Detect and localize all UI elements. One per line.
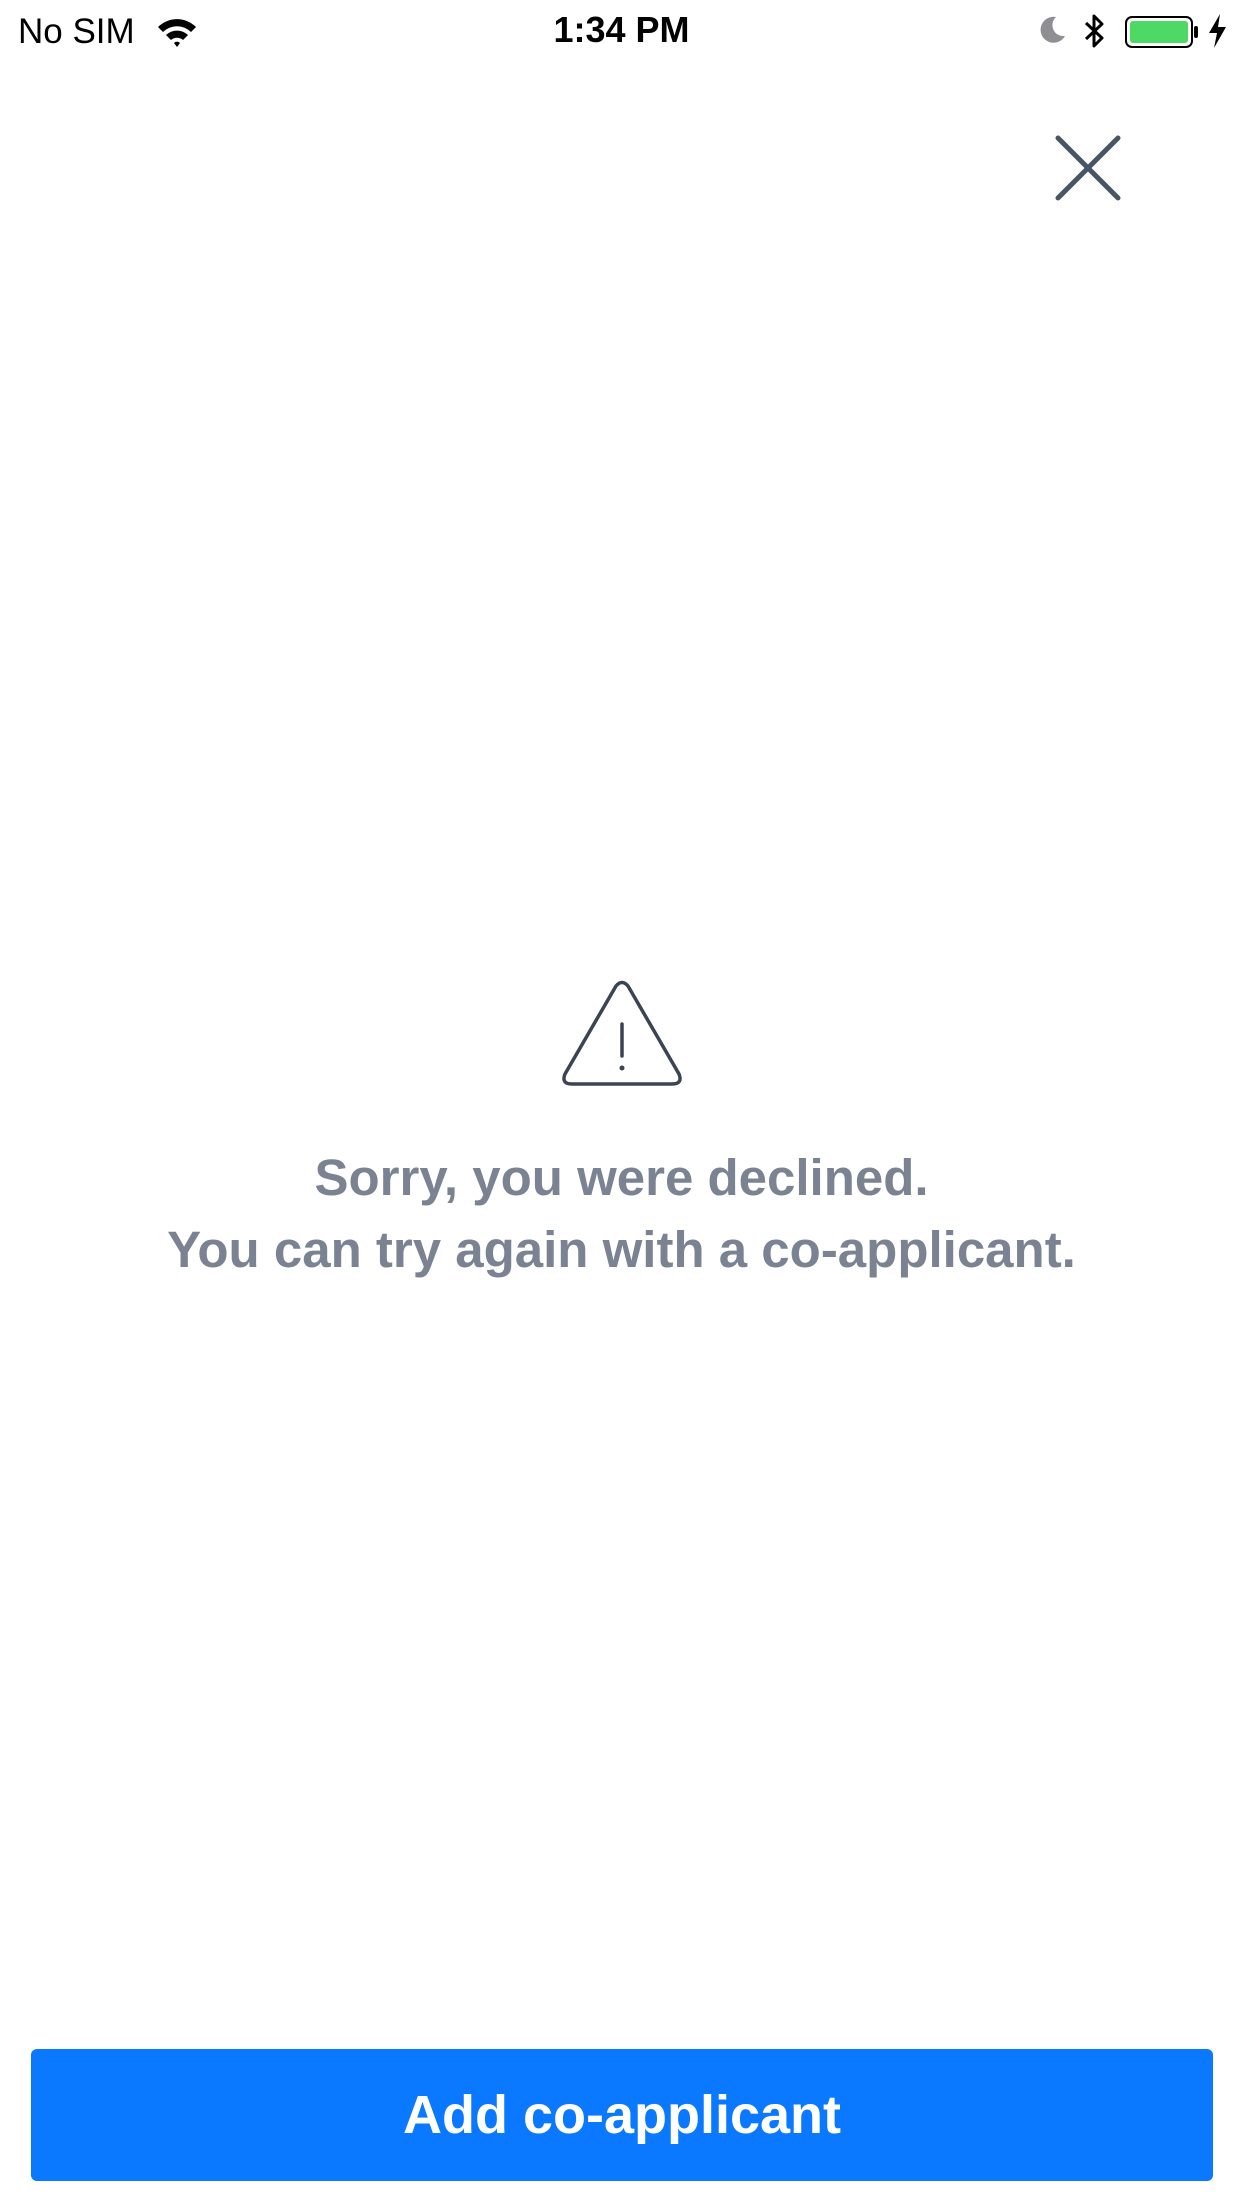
decline-subtitle: You can try again with a co-applicant. bbox=[167, 1221, 1076, 1278]
warning-icon bbox=[561, 980, 682, 1086]
status-bar: No SIM 1:34 PM bbox=[0, 0, 1243, 62]
charging-bolt-icon bbox=[1209, 14, 1226, 48]
battery-icon bbox=[1125, 16, 1198, 48]
bluetooth-icon bbox=[1084, 14, 1104, 48]
message-text: Sorry, you were declined. You can try ag… bbox=[0, 1142, 1243, 1286]
moon-icon bbox=[1040, 16, 1065, 43]
add-co-applicant-button[interactable]: Add co-applicant bbox=[31, 2049, 1213, 2181]
close-icon bbox=[1055, 135, 1121, 201]
decline-message: Sorry, you were declined. You can try ag… bbox=[0, 980, 1243, 1286]
decline-title: Sorry, you were declined. bbox=[314, 1149, 929, 1206]
close-button[interactable] bbox=[1048, 128, 1128, 208]
